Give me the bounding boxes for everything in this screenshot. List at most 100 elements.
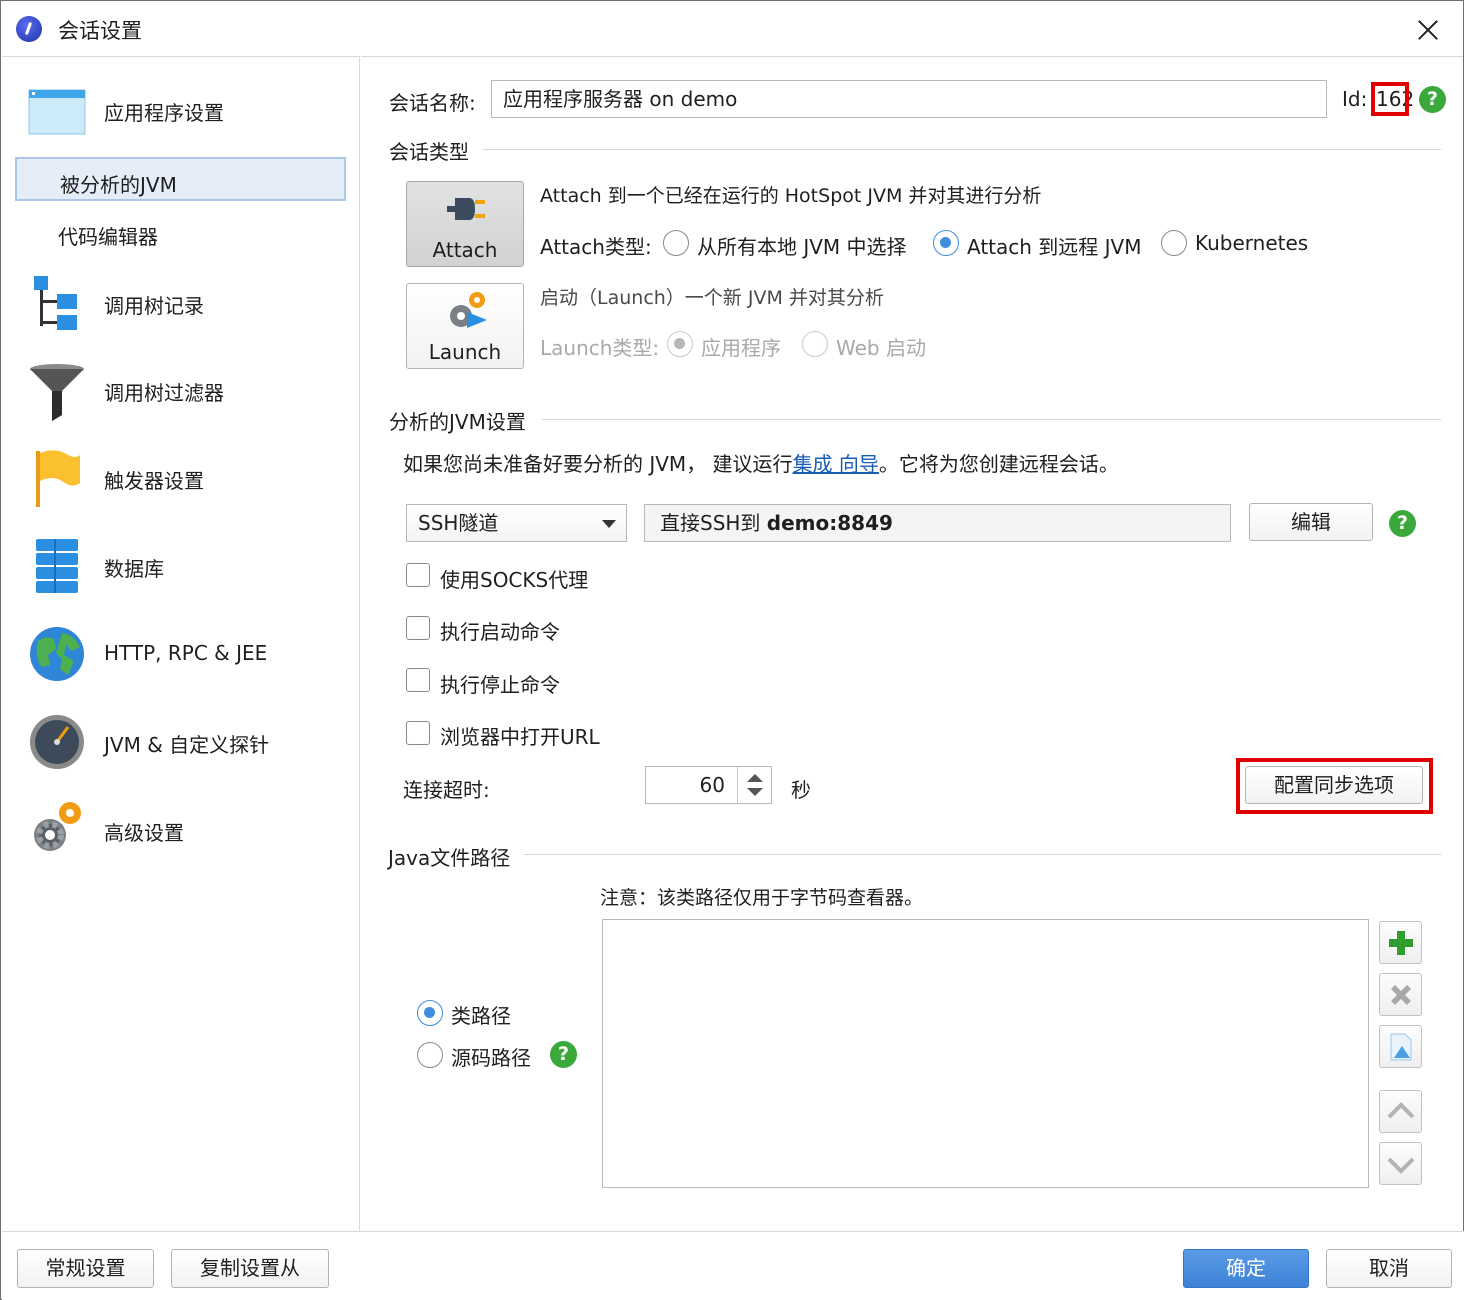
attach-option-label: Attach 到远程 JVM	[967, 235, 1142, 259]
sidebar-item-label: 调用树记录	[104, 294, 204, 318]
timeout-label: 连接超时:	[403, 778, 490, 802]
launch-option-label: Web 启动	[836, 336, 926, 360]
sidebar-item-label: 调用树过滤器	[104, 381, 224, 405]
remove-path-button[interactable]	[1379, 973, 1422, 1016]
wizard-hint-text: 。它将为您创建远程会话。	[878, 452, 1119, 476]
configure-sync-options-button[interactable]: 配置同步选项	[1245, 766, 1423, 804]
main-panel: 会话名称: 应用程序服务器 on demo Id: 162 ? 会话类型 Att…	[361, 56, 1463, 1231]
startup-command-checkbox[interactable]	[406, 616, 430, 640]
session-type-heading: 会话类型	[389, 140, 469, 164]
wizard-hint-text: 如果您尚未准备好要分析的 JVM， 建议运行	[403, 452, 793, 476]
copy-settings-button[interactable]: 复制设置从	[171, 1249, 329, 1288]
highlight-box	[1371, 82, 1409, 116]
help-icon[interactable]: ?	[1389, 510, 1416, 537]
chevron-down-icon	[1387, 1157, 1415, 1174]
divider	[542, 419, 1441, 420]
attach-remote-radio[interactable]	[933, 230, 959, 256]
ok-button[interactable]: 确定	[1183, 1249, 1309, 1288]
sidebar-item-trigger-settings[interactable]: 触发器设置	[2, 437, 360, 517]
sidebar-item-label: 数据库	[104, 557, 164, 581]
timeout-value: 60	[699, 773, 725, 797]
sidebar-item-databases[interactable]: 数据库	[2, 525, 360, 605]
call-tree-icon	[34, 276, 77, 330]
socks-proxy-checkbox[interactable]	[406, 563, 430, 587]
close-icon[interactable]	[1411, 13, 1445, 45]
attach-button-label: Attach	[432, 238, 498, 262]
gears-icon	[34, 802, 81, 851]
document-icon	[1390, 1033, 1412, 1061]
help-icon[interactable]: ?	[550, 1041, 577, 1068]
window-icon	[28, 89, 86, 135]
launch-button-label: Launch	[428, 340, 502, 364]
gauge-icon	[30, 715, 84, 769]
sidebar-item-label: JVM & 自定义探针	[104, 733, 270, 757]
launch-button[interactable]: Launch	[406, 283, 524, 369]
chevron-up-icon[interactable]	[747, 774, 763, 782]
checkbox-label: 使用SOCKS代理	[440, 568, 589, 592]
sidebar-item-app-settings[interactable]: 应用程序设置	[2, 71, 360, 151]
database-icon	[36, 539, 78, 593]
sidebar-item-label: 应用程序设置	[104, 101, 224, 125]
attach-option-label: Kubernetes	[1195, 231, 1309, 255]
checkbox-label: 执行启动命令	[440, 620, 560, 644]
plus-icon	[1389, 931, 1413, 955]
spinner-arrows[interactable]	[737, 767, 771, 803]
app-logo-icon	[16, 16, 42, 42]
attach-description: Attach 到一个已经在运行的 HotSpot JVM 并对其进行分析	[540, 185, 1042, 207]
open-url-checkbox[interactable]	[406, 721, 430, 745]
attach-option-label: 从所有本地 JVM 中选择	[697, 235, 907, 259]
move-down-button[interactable]	[1379, 1142, 1422, 1185]
sidebar: 应用程序设置 被分析的JVM 代码编辑器 调用树记录 调用树过滤器 触发器设置 …	[2, 56, 360, 1231]
path-list[interactable]	[602, 919, 1369, 1188]
attach-kubernetes-radio[interactable]	[1161, 230, 1187, 256]
classpath-radio[interactable]	[417, 1000, 443, 1026]
add-path-button[interactable]	[1379, 921, 1422, 964]
path-option-label: 类路径	[451, 1004, 511, 1028]
title-bar: 会话设置	[1, 1, 1463, 56]
launch-option-label: 应用程序	[701, 336, 781, 360]
java-paths-note: 注意：该类路径仅用于字节码查看器。	[600, 887, 924, 909]
chevron-down-icon	[602, 520, 616, 528]
sidebar-item-jvm-custom-probes[interactable]: JVM & 自定义探针	[2, 701, 360, 781]
checkbox-label: 执行停止命令	[440, 673, 560, 697]
tunnel-description: 直接SSH到 demo:8849	[644, 504, 1231, 542]
wizard-hint: 如果您尚未准备好要分析的 JVM， 建议运行集成 向导。它将为您创建远程会话。	[403, 448, 1119, 477]
sidebar-item-http-rpc-jee[interactable]: HTTP, RPC & JEE	[2, 613, 360, 693]
window-title: 会话设置	[58, 19, 142, 43]
sidebar-item-label: 高级设置	[104, 821, 184, 845]
path-option-label: 源码路径	[451, 1046, 531, 1070]
sidebar-item-call-tree-filters[interactable]: 调用树过滤器	[2, 349, 360, 429]
tunnel-type-select[interactable]: SSH隧道	[406, 504, 627, 542]
launch-application-radio[interactable]	[667, 331, 693, 357]
sourcepath-radio[interactable]	[417, 1042, 443, 1068]
checkbox-label: 浏览器中打开URL	[440, 725, 600, 749]
sidebar-item-code-editor[interactable]: 代码编辑器	[15, 211, 346, 255]
session-name-label: 会话名称:	[389, 91, 476, 115]
general-settings-button[interactable]: 常规设置	[17, 1249, 154, 1288]
move-up-button[interactable]	[1379, 1090, 1422, 1133]
globe-icon	[30, 627, 84, 681]
session-name-field[interactable]: 应用程序服务器 on demo	[491, 80, 1327, 118]
sidebar-item-call-tree-recording[interactable]: 调用树记录	[2, 262, 360, 342]
help-icon[interactable]: ?	[1419, 86, 1446, 113]
edit-path-button[interactable]	[1379, 1025, 1422, 1068]
cancel-button[interactable]: 取消	[1326, 1249, 1452, 1288]
edit-button[interactable]: 编辑	[1249, 503, 1373, 541]
sidebar-item-label: 触发器设置	[104, 469, 204, 493]
session-id-label: Id:	[1342, 87, 1368, 111]
attach-button[interactable]: Attach	[406, 181, 524, 267]
chevron-down-icon[interactable]	[747, 788, 763, 796]
divider	[483, 149, 1441, 150]
launch-type-label: Launch类型:	[540, 336, 660, 360]
sidebar-item-advanced-settings[interactable]: 高级设置	[2, 789, 360, 869]
sidebar-item-label: 代码编辑器	[58, 225, 158, 249]
tunnel-description-text: 直接SSH到	[660, 511, 767, 535]
launch-webstart-radio[interactable]	[802, 331, 828, 357]
integration-wizard-link[interactable]: 集成 向导	[793, 452, 879, 476]
jvm-settings-heading: 分析的JVM设置	[389, 410, 526, 434]
sidebar-item-profiled-jvm[interactable]: 被分析的JVM	[15, 157, 346, 201]
timeout-spinner[interactable]: 60	[645, 766, 772, 804]
stop-command-checkbox[interactable]	[406, 668, 430, 692]
attach-local-radio[interactable]	[663, 230, 689, 256]
timeout-unit: 秒	[791, 778, 811, 802]
